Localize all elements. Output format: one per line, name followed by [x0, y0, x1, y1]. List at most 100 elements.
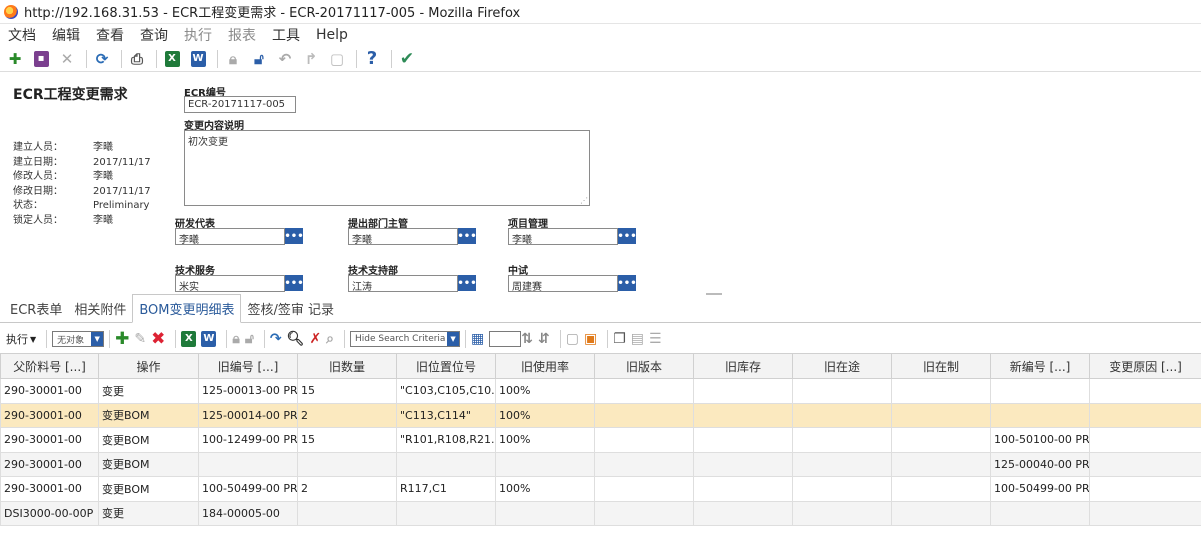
table-cell[interactable] [891, 476, 991, 502]
column-header[interactable]: 旧编号 [...] [198, 353, 298, 379]
table-cell[interactable] [693, 378, 793, 404]
table-cell[interactable] [297, 451, 397, 477]
table-cell[interactable] [594, 500, 694, 526]
table-cell[interactable] [297, 500, 397, 526]
excel-icon[interactable]: X [161, 48, 183, 70]
table-cell[interactable] [990, 500, 1090, 526]
check-icon[interactable]: ✔ [396, 48, 418, 70]
column-header[interactable]: 父阶料号 [...] [0, 353, 99, 379]
table-cell[interactable] [693, 476, 793, 502]
menu-help[interactable]: Help [316, 27, 348, 43]
lock-icon[interactable]: 🔒︎ [222, 48, 244, 70]
dept-manager-lookup-button[interactable]: ••• [457, 228, 477, 244]
dept-manager-field[interactable]: 李曦 [348, 228, 458, 246]
table-row[interactable]: DSI3000-00-00P 变更 184-00005-00 [0, 500, 1201, 526]
pilot-lookup-button[interactable]: ••• [617, 275, 637, 291]
column-header[interactable]: 变更原因 [...] [1089, 353, 1201, 379]
document-search-icon[interactable]: ▢ [566, 329, 579, 349]
table-cell[interactable] [1089, 378, 1201, 404]
tab-ecr-form[interactable]: ECR表单 [4, 295, 68, 322]
table-cell[interactable]: 125-00040-00 PR... [990, 451, 1090, 477]
unlock-icon[interactable]: 🔓︎ [245, 329, 254, 349]
table-cell[interactable] [1089, 427, 1201, 453]
tech-support-field[interactable]: 江涛 [348, 275, 458, 293]
rd-rep-field[interactable]: 李曦 [175, 228, 285, 246]
menu-edit[interactable]: 编辑 [52, 25, 80, 45]
branch-icon[interactable]: ↱ [300, 48, 322, 70]
table-cell[interactable]: 变更BOM [98, 402, 199, 428]
search-icon[interactable]: 🔍︎ [287, 329, 305, 349]
sort-descending-icon[interactable]: ⇵ [538, 329, 550, 349]
table-cell[interactable]: R117,C1 [396, 476, 496, 502]
table-cell[interactable] [891, 402, 991, 428]
table-cell[interactable]: 290-30001-00 [0, 427, 99, 453]
column-header[interactable]: 旧在制 [891, 353, 991, 379]
table-cell[interactable] [693, 402, 793, 428]
grid-layout-icon[interactable]: ▣ [584, 329, 597, 349]
tech-service-lookup-button[interactable]: ••• [284, 275, 304, 291]
menu-query[interactable]: 查询 [140, 25, 168, 45]
table-cell[interactable]: 125-00013-00 PR... [198, 378, 298, 404]
table-cell[interactable]: 290-30001-00 [0, 476, 99, 502]
print-icon[interactable]: ⎙ [126, 48, 148, 70]
sort-ascending-icon[interactable]: ⇅ [521, 329, 533, 349]
table-cell[interactable] [792, 427, 892, 453]
rd-rep-lookup-button[interactable]: ••• [284, 228, 304, 244]
table-cell[interactable]: 15 [297, 378, 397, 404]
column-header[interactable]: 旧位置位号 [396, 353, 496, 379]
table-cell[interactable] [990, 402, 1090, 428]
paste-icon[interactable]: ▤ [631, 329, 644, 349]
table-row[interactable]: 290-30001-00 变更BOM 125-00040-00 PR... [0, 451, 1201, 477]
table-cell[interactable] [693, 500, 793, 526]
table-cell[interactable] [792, 451, 892, 477]
select-all-icon[interactable]: ▦ [471, 329, 484, 349]
pilot-field[interactable]: 周建赛 [508, 275, 618, 293]
delete-icon[interactable]: ✕ [56, 48, 78, 70]
column-header[interactable]: 旧数量 [297, 353, 397, 379]
search-options-icon[interactable]: ⌕ [326, 329, 334, 349]
lock-icon[interactable]: 🔒︎ [232, 329, 239, 349]
table-cell[interactable]: 变更BOM [98, 427, 199, 453]
panel-splitter[interactable] [706, 293, 722, 295]
search-criteria-select[interactable]: Hide Search Criteria ▼ [350, 331, 461, 347]
object-select[interactable]: 无对象 ▼ [52, 331, 105, 347]
description-textarea[interactable]: 初次变更 [184, 130, 590, 206]
table-cell[interactable] [594, 451, 694, 477]
table-cell[interactable] [1089, 451, 1201, 477]
table-cell[interactable] [1089, 402, 1201, 428]
redo-icon[interactable]: ↷ [270, 329, 282, 349]
table-cell[interactable] [792, 402, 892, 428]
table-cell[interactable]: "C113,C114" [396, 402, 496, 428]
table-cell[interactable]: "R101,R108,R21... [396, 427, 496, 453]
table-cell[interactable]: 184-00005-00 [198, 500, 298, 526]
table-cell[interactable] [495, 451, 595, 477]
table-row[interactable]: 290-30001-00 变更BOM 100-12499-00 PR... 15 "R1… [0, 427, 1201, 453]
table-cell[interactable] [495, 500, 595, 526]
tag-icon[interactable]: ✎ [134, 329, 146, 349]
tab-bom-details[interactable]: BOM变更明细表 [132, 294, 242, 323]
table-cell[interactable]: 变更BOM [98, 476, 199, 502]
table-cell[interactable]: 2 [297, 402, 397, 428]
table-cell[interactable]: 100% [495, 427, 595, 453]
project-mgmt-lookup-button[interactable]: ••• [617, 228, 637, 244]
table-cell[interactable] [396, 500, 496, 526]
delete-row-icon[interactable]: ✖ [151, 329, 165, 349]
table-cell[interactable] [693, 451, 793, 477]
table-row[interactable]: 290-30001-00 变更BOM 125-00014-00 PR... 2 "C11… [0, 402, 1201, 428]
menu-tools[interactable]: 工具 [272, 25, 300, 45]
table-cell[interactable] [891, 451, 991, 477]
clear-search-icon[interactable]: ✗ [309, 329, 321, 349]
word-icon[interactable]: W [187, 48, 209, 70]
table-cell[interactable]: 100-50499-00 PR... [198, 476, 298, 502]
table-cell[interactable]: 2 [297, 476, 397, 502]
column-header[interactable]: 旧使用率 [495, 353, 595, 379]
undo-icon[interactable]: ↶ [274, 48, 296, 70]
table-cell[interactable]: 100-50100-00 PR... [990, 427, 1090, 453]
column-header[interactable]: 旧库存 [693, 353, 793, 379]
tab-signoff-records[interactable]: 签核/签审 记录 [241, 295, 340, 322]
help-icon[interactable]: ? [361, 48, 383, 70]
table-cell[interactable] [594, 427, 694, 453]
table-cell[interactable] [891, 427, 991, 453]
table-cell[interactable] [792, 500, 892, 526]
table-cell[interactable] [891, 378, 991, 404]
